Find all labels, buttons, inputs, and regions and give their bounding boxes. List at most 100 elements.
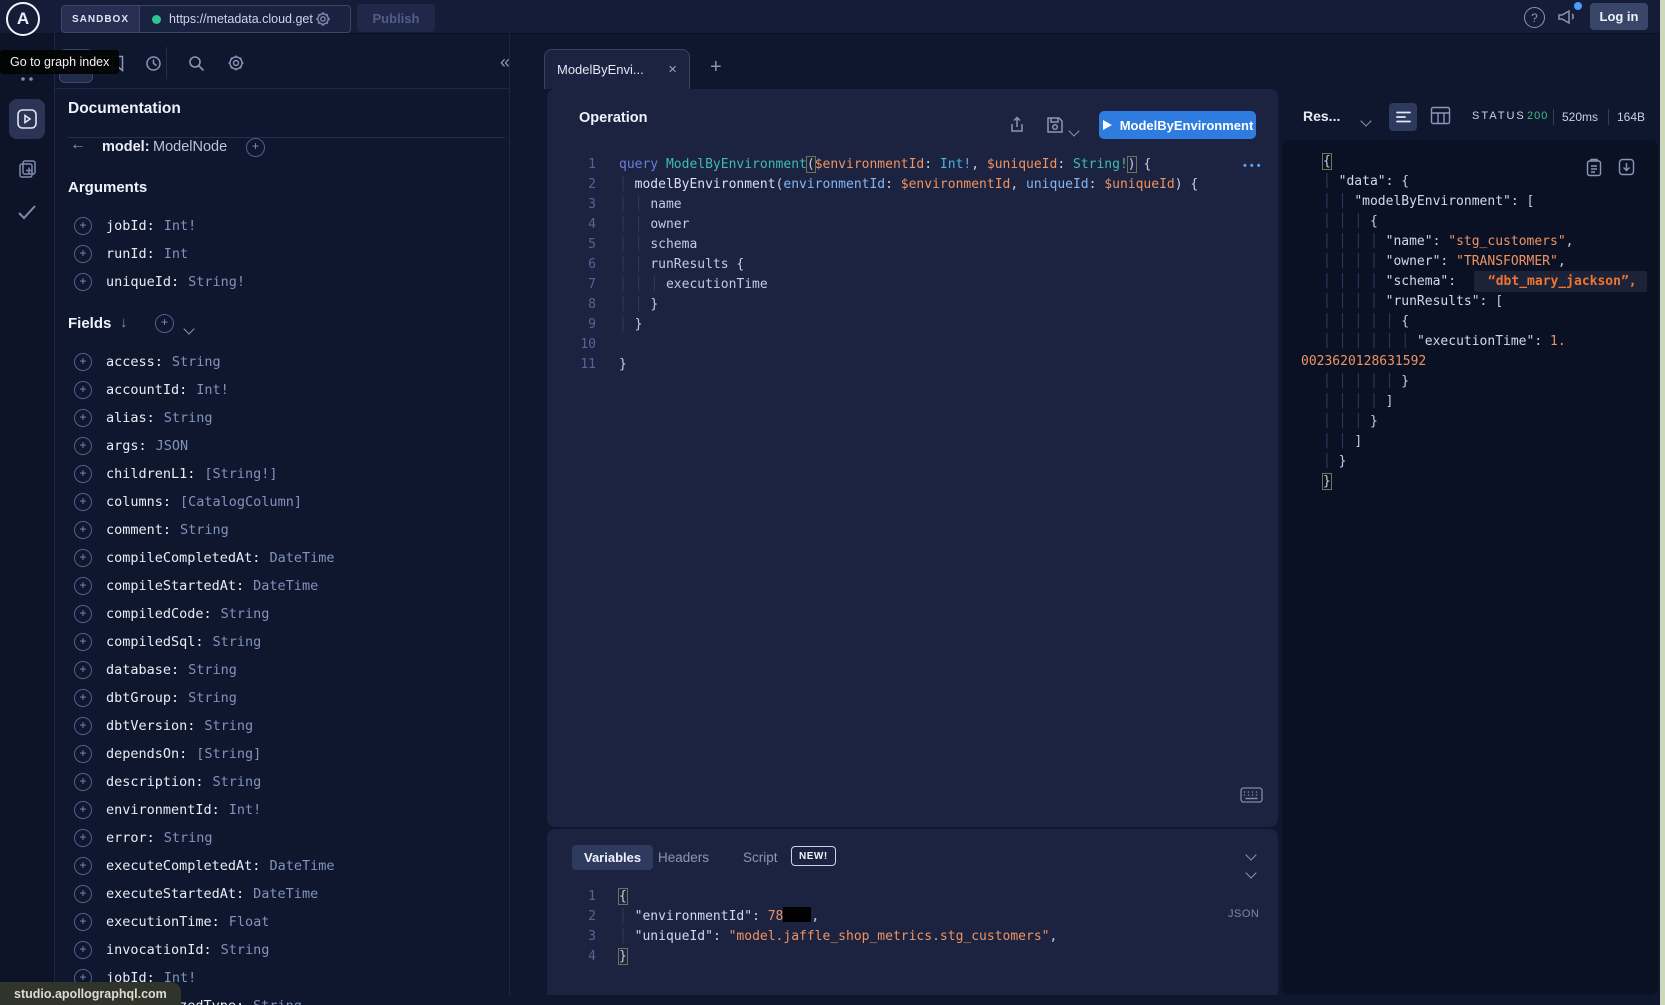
save-menu-chevron-icon[interactable] [1070, 122, 1078, 140]
field-type[interactable]: DateTime [253, 886, 318, 902]
field-type[interactable]: [String!] [204, 466, 277, 482]
add-field-icon[interactable]: + [74, 717, 92, 735]
schema-field-row[interactable]: +error:String [74, 824, 514, 852]
add-field-icon[interactable]: + [74, 885, 92, 903]
field-type[interactable]: String [204, 718, 253, 734]
field-type[interactable]: DateTime [269, 550, 334, 566]
variables-editor[interactable]: 1{2│ "environmentId": 78,3│ "uniqueId": … [547, 887, 1278, 967]
add-field-icon[interactable]: + [74, 605, 92, 623]
schema-field-row[interactable]: +compileCompletedAt:DateTime [74, 544, 514, 572]
response-title[interactable]: Res... [1303, 108, 1340, 124]
field-type[interactable]: String [188, 662, 237, 678]
checklist-icon[interactable] [17, 204, 37, 220]
field-type[interactable]: DateTime [253, 578, 318, 594]
field-type[interactable]: String [180, 522, 229, 538]
field-type[interactable]: String [213, 634, 262, 650]
schema-field-row[interactable]: +uniqueId:String! [74, 268, 514, 296]
add-field-icon[interactable]: + [74, 689, 92, 707]
new-tab-icon[interactable]: + [710, 56, 722, 79]
field-type[interactable]: JSON [156, 438, 189, 454]
search-icon[interactable] [187, 54, 205, 72]
download-response-icon[interactable] [1618, 158, 1635, 177]
add-field-icon[interactable]: + [74, 465, 92, 483]
field-type[interactable]: Float [229, 914, 270, 930]
fields-chevron-icon[interactable] [185, 320, 193, 338]
add-field-icon[interactable]: + [74, 409, 92, 427]
docs-breadcrumb-type[interactable]: ModelNode [153, 139, 227, 155]
back-arrow-icon[interactable]: ← [70, 136, 86, 154]
add-field-icon[interactable]: + [74, 245, 92, 263]
field-type[interactable]: [String] [196, 746, 261, 762]
field-type[interactable]: [CatalogColumn] [180, 494, 302, 510]
field-type[interactable]: String [188, 690, 237, 706]
announcements-megaphone-icon[interactable] [1556, 7, 1578, 27]
schema-field-row[interactable]: +columns:[CatalogColumn] [74, 488, 514, 516]
help-icon[interactable]: ? [1524, 7, 1545, 28]
schema-field-row[interactable]: +executeCompletedAt:DateTime [74, 852, 514, 880]
endpoint-url-input[interactable]: https://metadata.cloud.get [169, 12, 313, 26]
copy-response-icon[interactable] [1586, 158, 1602, 177]
schema-field-row[interactable]: +jobId:Int! [74, 212, 514, 240]
tab-variables[interactable]: Variables [572, 845, 653, 870]
operation-editor[interactable]: 1query ModelByEnvironment($environmentId… [547, 155, 1278, 375]
field-type[interactable]: Int! [229, 802, 262, 818]
add-field-icon[interactable]: + [74, 773, 92, 791]
field-type[interactable]: String [213, 774, 262, 790]
field-type[interactable]: String! [188, 274, 245, 290]
schema-field-row[interactable]: +dependsOn:[String] [74, 740, 514, 768]
save-operation-icon[interactable] [1046, 116, 1064, 134]
endpoint-settings-gear-icon[interactable] [315, 11, 331, 27]
schema-field-row[interactable]: +alias:String [74, 404, 514, 432]
publish-button[interactable]: Publish [357, 4, 435, 32]
schema-field-row[interactable]: +executionTime:Float [74, 908, 514, 936]
share-operation-icon[interactable] [1008, 116, 1026, 134]
keyboard-shortcuts-icon[interactable] [1240, 787, 1263, 803]
schema-field-row[interactable]: +comment:String [74, 516, 514, 544]
add-field-icon[interactable]: + [74, 941, 92, 959]
history-icon[interactable] [144, 54, 162, 72]
add-field-icon[interactable]: + [74, 273, 92, 291]
field-type[interactable]: Int! [196, 382, 229, 398]
schema-field-row[interactable]: +accountId:Int! [74, 376, 514, 404]
schema-field-row[interactable]: +dbtGroup:String [74, 684, 514, 712]
add-field-icon[interactable]: + [74, 493, 92, 511]
explorer-play-icon[interactable] [16, 108, 38, 130]
login-button[interactable]: Log in [1590, 3, 1648, 30]
field-type[interactable]: String [221, 606, 270, 622]
close-tab-icon[interactable]: × [668, 61, 677, 78]
operation-tab[interactable]: ModelByEnvi... × [544, 49, 690, 89]
field-type[interactable]: String [253, 998, 302, 1005]
add-field-icon[interactable]: + [74, 829, 92, 847]
endpoint-url-box[interactable]: SANDBOX https://metadata.cloud.get [61, 5, 351, 33]
field-type[interactable]: String [221, 942, 270, 958]
schema-field-row[interactable]: +compileStartedAt:DateTime [74, 572, 514, 600]
schema-field-row[interactable]: +executeStartedAt:DateTime [74, 880, 514, 908]
response-table-view-icon[interactable] [1430, 106, 1451, 125]
add-field-icon[interactable]: + [74, 217, 92, 235]
add-field-icon[interactable]: + [74, 521, 92, 539]
schema-field-row[interactable]: +compiledSql:String [74, 628, 514, 656]
schema-field-row[interactable]: +database:String [74, 656, 514, 684]
schema-field-row[interactable]: +invocationId:String [74, 936, 514, 964]
sort-fields-icon[interactable]: ↓ [120, 314, 128, 331]
schema-field-row[interactable]: +access:String [74, 348, 514, 376]
field-type[interactable]: DateTime [269, 858, 334, 874]
schema-field-row[interactable]: +childrenL1:[String!] [74, 460, 514, 488]
field-type[interactable]: String [164, 410, 213, 426]
schema-field-row[interactable]: +dbtVersion:String [74, 712, 514, 740]
add-field-icon[interactable]: + [74, 661, 92, 679]
add-field-icon[interactable]: + [74, 857, 92, 875]
add-field-icon[interactable]: + [74, 437, 92, 455]
schema-field-row[interactable]: +runId:Int [74, 240, 514, 268]
add-field-icon[interactable]: + [74, 549, 92, 567]
run-operation-button[interactable]: ModelByEnvironment [1099, 111, 1256, 139]
field-type[interactable]: String [172, 354, 221, 370]
add-field-icon[interactable]: + [74, 353, 92, 371]
collapse-variables-icon[interactable] [1247, 846, 1255, 882]
add-field-icon[interactable]: + [74, 745, 92, 763]
response-list-view-button[interactable] [1389, 103, 1417, 131]
add-field-icon[interactable]: + [74, 913, 92, 931]
field-type[interactable]: Int [164, 246, 188, 262]
schema-field-row[interactable]: +environmentId:Int! [74, 796, 514, 824]
add-field-icon[interactable]: + [74, 381, 92, 399]
